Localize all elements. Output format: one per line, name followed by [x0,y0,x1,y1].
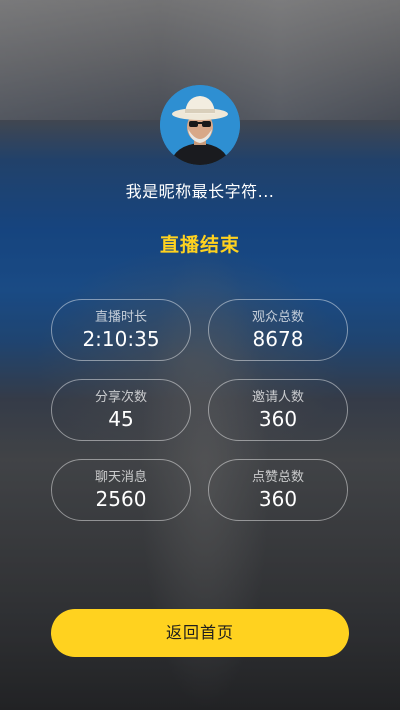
nickname: 我是昵称最长字符... [125,182,275,201]
stat-live-duration: 直播时长 2:10:35 [51,299,191,361]
stat-label: 邀请人数 [251,390,304,405]
stat-total-likes: 点赞总数 360 [208,459,348,521]
live-end-title: 直播结束 [159,234,240,256]
stat-invite-count: 邀请人数 360 [208,379,348,441]
stat-label: 观众总数 [251,310,304,325]
stat-total-viewers: 观众总数 8678 [208,299,348,361]
stat-label: 分享次数 [94,390,147,405]
stat-value: 2:10:35 [82,327,160,351]
stat-value: 2560 [95,487,147,511]
stat-share-count: 分享次数 45 [51,379,191,441]
return-home-button[interactable]: 返回首页 [51,609,349,657]
stat-value: 360 [258,407,298,431]
stat-label: 聊天消息 [94,470,147,485]
stat-value: 8678 [252,327,304,351]
stat-label: 直播时长 [94,310,147,325]
avatar-image [160,85,240,165]
stat-label: 点赞总数 [251,470,304,485]
avatar [160,85,240,165]
stat-value: 360 [258,487,298,511]
stat-chat-messages: 聊天消息 2560 [51,459,191,521]
stat-value: 45 [108,407,134,431]
